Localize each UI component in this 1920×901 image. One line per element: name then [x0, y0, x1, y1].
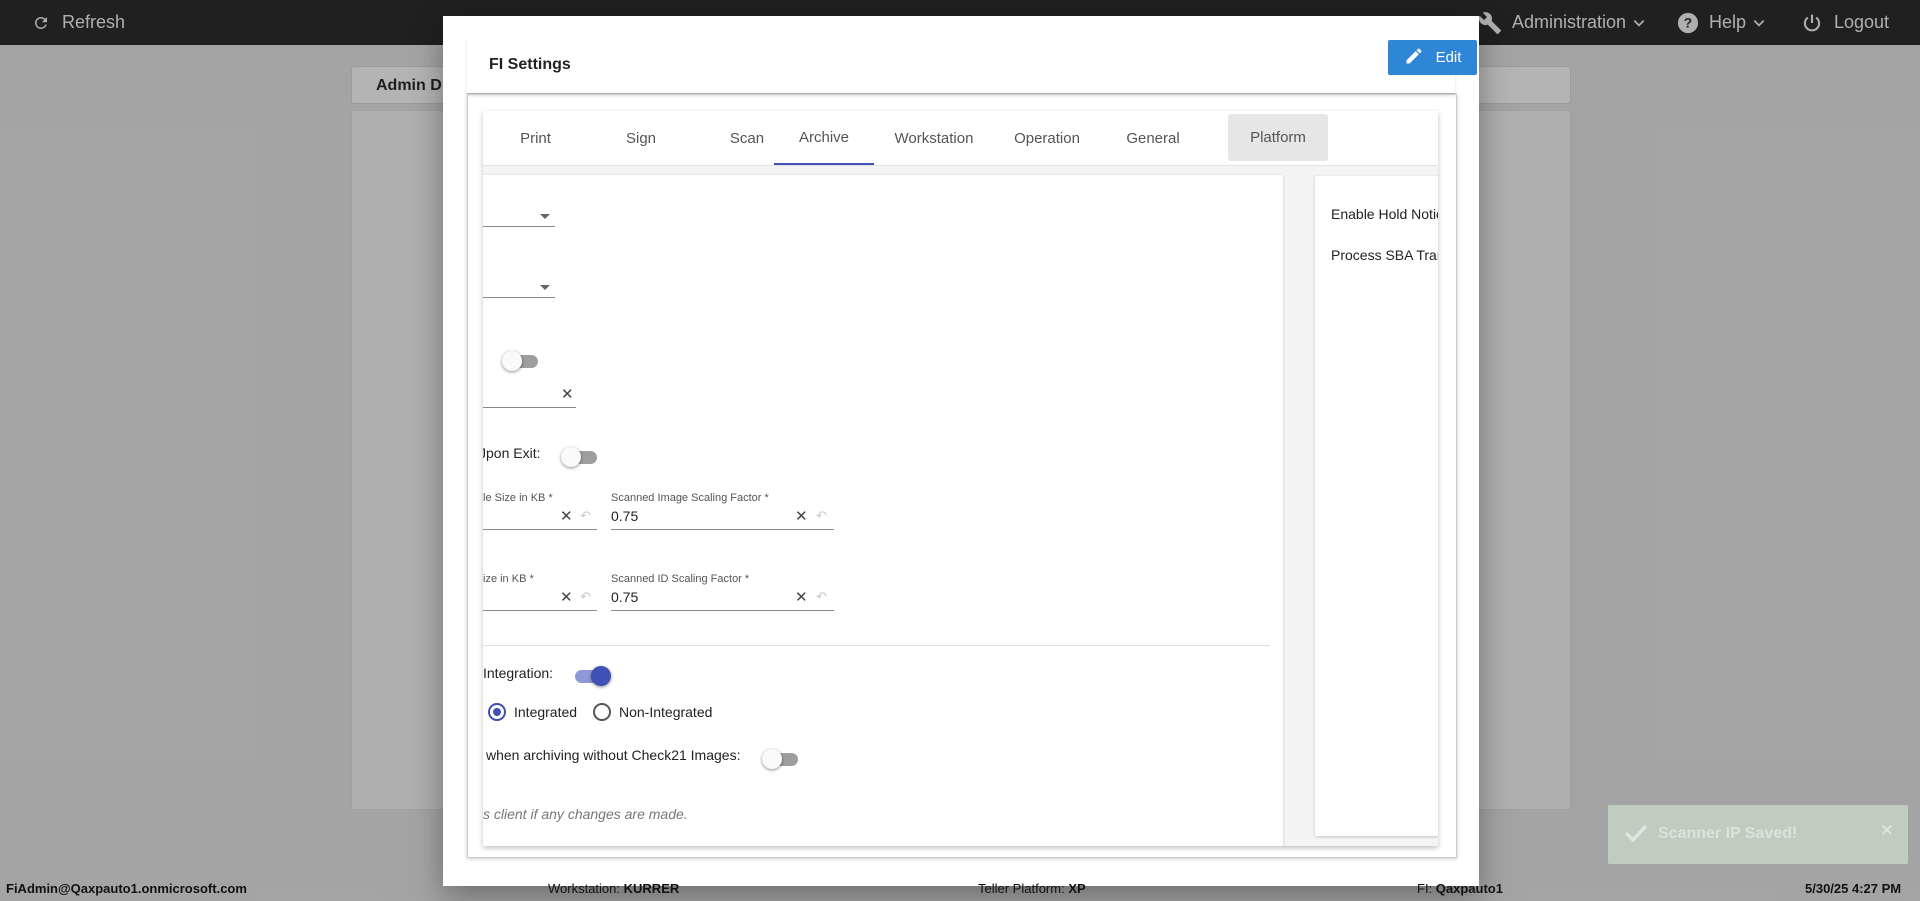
- field-underline: [483, 529, 597, 530]
- clear-icon[interactable]: ✕: [795, 588, 808, 606]
- tab-archive[interactable]: Archive: [774, 111, 874, 165]
- status-footer: FiAdmin@Qaxpauto1.onmicrosoft.com Workst…: [0, 876, 1920, 901]
- field-underline: [483, 407, 576, 408]
- tab-platform[interactable]: Platform: [1228, 114, 1328, 161]
- upon-exit-label: Jpon Exit:: [483, 445, 541, 461]
- field-underline: [483, 610, 597, 611]
- toggle-thumb: [762, 749, 782, 769]
- id-scaling-field[interactable]: 0.75 ✕ ↶: [611, 588, 834, 612]
- clear-icon[interactable]: ✕: [560, 507, 573, 525]
- field-underline: [611, 529, 834, 530]
- fi-settings-dialog: FI Settings Edit Print Sign Scan Archive…: [443, 16, 1479, 886]
- footer-fi-label: FI:: [1417, 881, 1433, 896]
- radio-non-integrated-label: Non-Integrated: [619, 704, 713, 720]
- undo-icon[interactable]: ↶: [580, 508, 591, 524]
- dropdown-select-2[interactable]: [483, 268, 555, 298]
- tab-archive-label: Archive: [798, 128, 850, 146]
- tab-operation[interactable]: Operation: [994, 111, 1100, 165]
- id-size-field[interactable]: ✕ ↶: [483, 588, 597, 612]
- edit-label: Edit: [1435, 49, 1462, 66]
- footer-user: FiAdmin@Qaxpauto1.onmicrosoft.com: [6, 881, 247, 896]
- tab-general[interactable]: General: [1100, 111, 1206, 165]
- id-scaling-label: Scanned ID Scaling Factor *: [611, 573, 750, 585]
- settings-tabs: Print Sign Scan Archive Workstation Oper…: [483, 111, 1438, 166]
- tab-platform-label: Platform: [1250, 129, 1306, 146]
- tab-scan-label: Scan: [729, 129, 765, 147]
- id-scaling-value: 0.75: [611, 589, 639, 605]
- toggle-thumb: [502, 351, 522, 371]
- integration-label: Integration:: [483, 665, 554, 681]
- clear-icon[interactable]: ✕: [561, 385, 574, 403]
- dropdown-select-1[interactable]: [483, 197, 555, 227]
- dropdown-underline: [483, 297, 555, 298]
- restart-note: s client if any changes are made.: [483, 806, 688, 822]
- pencil-icon: [1404, 46, 1424, 70]
- toast-message: Scanner IP Saved!: [1658, 825, 1798, 842]
- toggle-thumb: [591, 666, 611, 686]
- check-icon: [1624, 823, 1648, 848]
- tab-print[interactable]: Print: [483, 111, 588, 165]
- success-toast: Scanner IP Saved! ✕: [1608, 805, 1908, 864]
- dropdown-underline: [483, 226, 555, 227]
- footer-fi-value: Qaxpauto1: [1435, 881, 1503, 896]
- image-scaling-label: Scanned Image Scaling Factor *: [611, 492, 769, 504]
- tab-sign-label: Sign: [625, 129, 657, 147]
- toggle-thumb: [561, 447, 581, 467]
- image-scaling-value: 0.75: [611, 508, 639, 524]
- setting-toggle-1[interactable]: [502, 350, 542, 372]
- image-size-label: le Size in KB *: [483, 492, 553, 504]
- archive-settings-pane: ✕ Jpon Exit: le Size in KB * ✕ ↶ Scanned…: [483, 175, 1283, 846]
- enable-hold-notice-label: Enable Hold Notic: [1331, 206, 1438, 222]
- radio-integrated[interactable]: [488, 703, 506, 721]
- check21-label: when archiving without Check21 Images:: [486, 747, 741, 763]
- chevron-down-icon: [540, 214, 550, 219]
- settings-card: Print Sign Scan Archive Workstation Oper…: [483, 111, 1438, 846]
- process-sba-label: Process SBA Tran: [1331, 247, 1438, 263]
- integration-toggle[interactable]: [571, 665, 611, 687]
- footer-workstation-value: KURRER: [623, 881, 680, 896]
- text-field-1[interactable]: ✕: [483, 385, 576, 409]
- dialog-title: FI Settings: [489, 56, 571, 73]
- platform-settings-pane: Enable Hold Notic Process SBA Tran: [1315, 176, 1438, 836]
- chevron-down-icon: [540, 285, 550, 290]
- footer-datetime: 5/30/25 4:27 PM: [1805, 881, 1902, 896]
- undo-icon[interactable]: ↶: [816, 508, 827, 524]
- id-size-label: ize in KB *: [483, 573, 534, 585]
- edit-button[interactable]: Edit: [1388, 40, 1477, 75]
- footer-teller-label: Teller Platform:: [978, 881, 1065, 896]
- tab-print-label: Print: [520, 129, 551, 147]
- check21-toggle[interactable]: [762, 748, 802, 770]
- upon-exit-toggle[interactable]: [561, 446, 601, 468]
- footer-workstation-label: Workstation:: [548, 881, 621, 896]
- tab-general-label: General: [1126, 129, 1180, 147]
- tab-workstation-label: Workstation: [894, 129, 974, 147]
- undo-icon[interactable]: ↶: [580, 589, 591, 605]
- tab-workstation[interactable]: Workstation: [874, 111, 994, 165]
- field-underline: [611, 610, 834, 611]
- footer-teller-value: XP: [1068, 881, 1086, 896]
- dialog-header: FI Settings Edit: [467, 39, 1477, 94]
- image-size-field[interactable]: ✕ ↶: [483, 507, 597, 531]
- radio-integrated-label: Integrated: [514, 704, 578, 720]
- section-divider: [483, 645, 1270, 646]
- tab-sign[interactable]: Sign: [588, 111, 694, 165]
- tab-operation-label: Operation: [1014, 129, 1080, 147]
- undo-icon[interactable]: ↶: [816, 589, 827, 605]
- clear-icon[interactable]: ✕: [795, 507, 808, 525]
- close-icon[interactable]: ✕: [1880, 821, 1894, 841]
- clear-icon[interactable]: ✕: [560, 588, 573, 606]
- radio-non-integrated[interactable]: [593, 703, 611, 721]
- image-scaling-field[interactable]: 0.75 ✕ ↶: [611, 507, 834, 531]
